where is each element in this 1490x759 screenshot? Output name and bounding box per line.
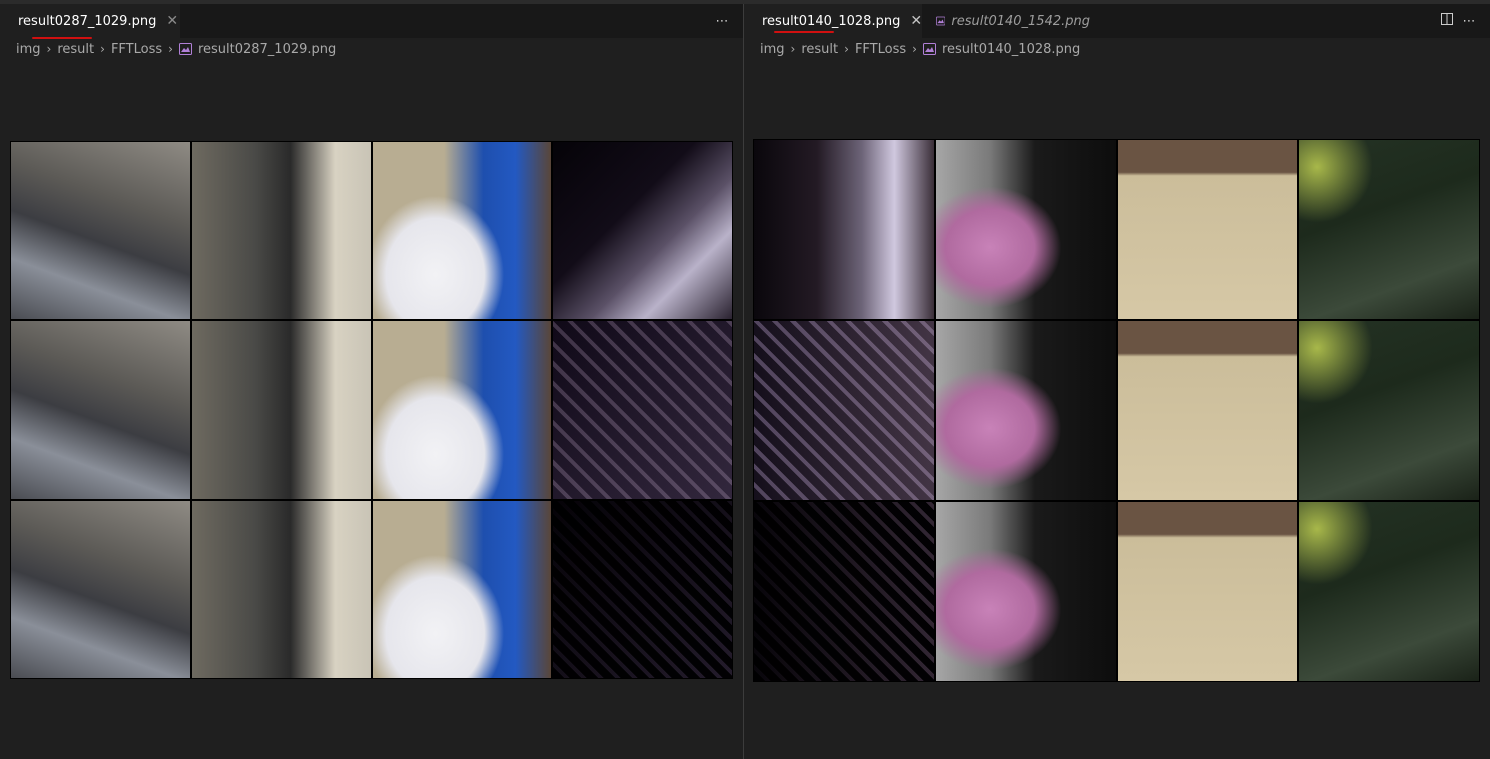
image-tile-person-white-shirt (372, 500, 552, 678)
more-actions-icon[interactable]: ⋯ (1458, 14, 1480, 29)
close-icon[interactable]: ✕ (910, 13, 922, 29)
tab-result0140-1542[interactable]: result0140_1542.png (924, 4, 1100, 38)
breadcrumb-item-img[interactable]: img (760, 42, 785, 57)
image-tile-checkered-pattern (754, 502, 934, 681)
close-icon[interactable]: ✕ (166, 13, 178, 29)
tab-bar: result0140_1028.png ✕ result0140_1542.pn… (744, 4, 1490, 38)
chevron-right-icon: › (100, 42, 105, 56)
image-tile-checkered-pattern (754, 321, 934, 500)
editor-actions: ⋯ (1436, 4, 1480, 38)
image-preview[interactable] (753, 139, 1480, 682)
image-file-icon (178, 43, 192, 55)
red-annotation-underline (774, 31, 834, 33)
image-tile-plaid-shirt (1117, 502, 1298, 681)
breadcrumb-item-result[interactable]: result (801, 42, 838, 57)
image-tile-checkered-pattern (553, 321, 732, 499)
breadcrumb-item-img[interactable]: img (16, 42, 41, 57)
tab-label: result0140_1028.png (762, 13, 901, 29)
chevron-right-icon: › (844, 42, 849, 56)
image-tile-plaid-shirt (1117, 140, 1298, 319)
image-tile-plaid-shirt (1117, 321, 1298, 500)
image-tile-tree (1299, 502, 1479, 681)
more-actions-icon[interactable]: ⋯ (711, 14, 733, 29)
breadcrumb-item-file[interactable]: result0287_1029.png (198, 42, 336, 57)
tab-bar: result0287_1029.png ✕ ⋯ (0, 4, 743, 39)
breadcrumb: img › result › FFTLoss › result0140_1028… (744, 38, 1080, 60)
image-tile-checkered-pattern (553, 500, 732, 678)
chevron-right-icon: › (168, 42, 173, 56)
image-tile-car (11, 500, 190, 678)
split-editor-glyph (1441, 13, 1453, 25)
breadcrumb-item-file[interactable]: result0140_1028.png (942, 42, 1080, 57)
image-tile-tree (1299, 140, 1479, 319)
editor-actions: ⋯ (711, 4, 733, 38)
chevron-right-icon: › (790, 42, 796, 56)
image-tile-street (191, 142, 371, 320)
image-tile-blurred-pattern (754, 140, 934, 319)
split-editor-icon[interactable] (1436, 12, 1458, 30)
image-preview[interactable] (10, 141, 733, 679)
image-tile-pink-shirt (935, 140, 1116, 319)
editor-group-left: result0287_1029.png ✕ ⋯ img › result › F… (0, 4, 743, 759)
image-tile-person-white-shirt (372, 321, 552, 499)
image-tile-street (191, 321, 371, 499)
editor-group-right: result0140_1028.png ✕ result0140_1542.pn… (744, 4, 1490, 759)
image-tile-pink-shirt (935, 502, 1116, 681)
tab-label: result0140_1542.png (951, 13, 1090, 29)
image-tile-pink-shirt (935, 321, 1116, 500)
breadcrumb-item-fftloss[interactable]: FFTLoss (111, 42, 162, 57)
image-tile-person-white-shirt (372, 142, 552, 320)
chevron-right-icon: › (912, 42, 917, 56)
image-tile-blurred-pattern (553, 142, 732, 320)
chevron-right-icon: › (46, 42, 52, 56)
tab-result0287-1029[interactable]: result0287_1029.png ✕ (0, 4, 180, 38)
image-tile-car (11, 321, 190, 499)
image-file-icon (936, 16, 946, 26)
breadcrumb-item-result[interactable]: result (57, 42, 94, 57)
image-file-icon (922, 43, 936, 55)
image-tile-car (11, 142, 190, 320)
breadcrumb: img › result › FFTLoss › result0287_1029… (0, 38, 336, 60)
tab-label: result0287_1029.png (18, 13, 157, 29)
image-tile-tree (1299, 321, 1479, 500)
image-tile-street (191, 500, 371, 678)
breadcrumb-item-fftloss[interactable]: FFTLoss (855, 42, 906, 57)
